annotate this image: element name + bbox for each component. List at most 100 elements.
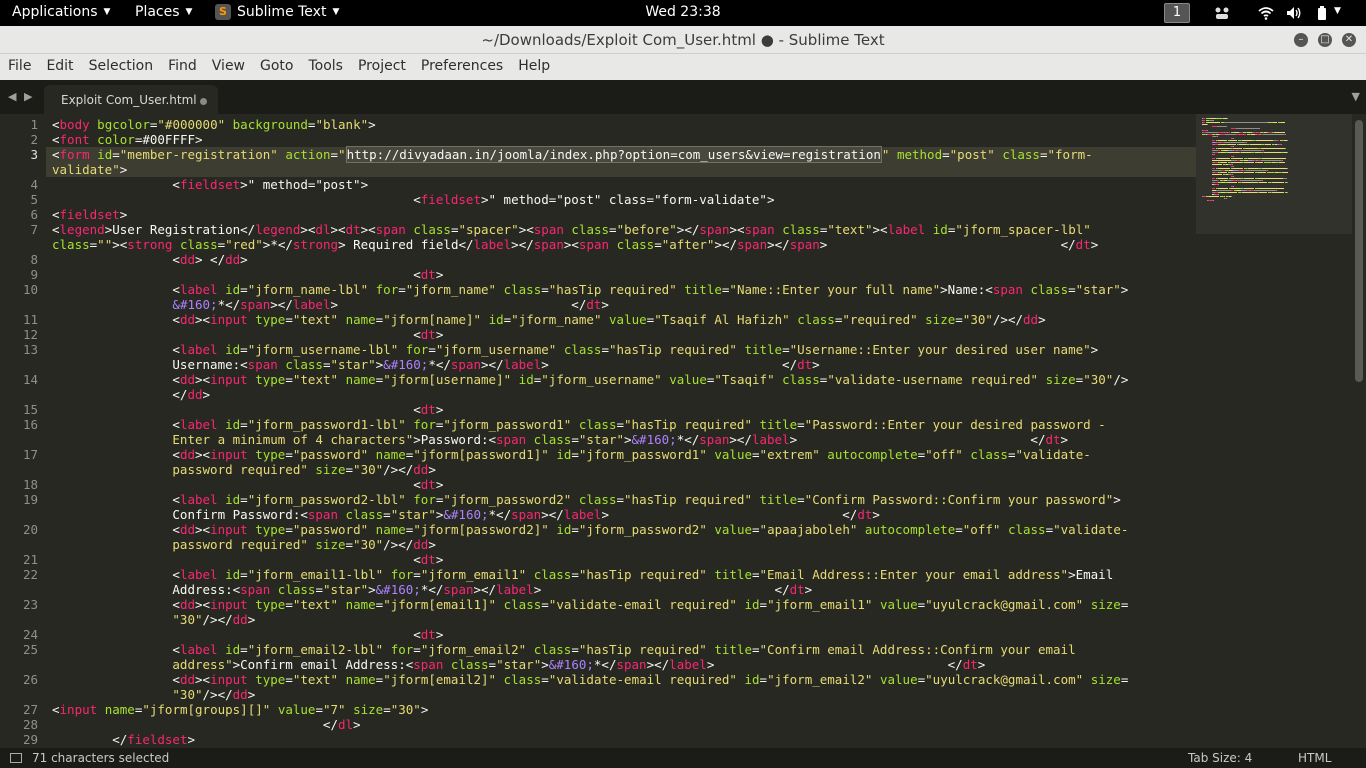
minimap-stroke xyxy=(1260,160,1282,161)
code-line[interactable]: Confirm Password:<span class="star">&#16… xyxy=(52,507,880,522)
code-line[interactable]: class=""><strong class="red">*</strong> … xyxy=(52,237,1098,252)
code-line[interactable]: <label id="jform_username-lbl" for="jfor… xyxy=(52,342,1098,357)
menu-preferences[interactable]: Preferences xyxy=(413,54,510,80)
code-line[interactable]: <fieldset>" method="post"> xyxy=(52,177,368,192)
code-line[interactable]: <dt> xyxy=(52,327,443,342)
code-token: >< xyxy=(330,222,346,237)
menu-project[interactable]: Project xyxy=(350,54,413,80)
line-number: 23 xyxy=(22,597,38,612)
tab-exploit-com-user[interactable]: Exploit Com_User.html xyxy=(44,85,218,114)
code-line[interactable]: <input name="jform[groups][]" value="7" … xyxy=(52,702,428,717)
code-token: class xyxy=(52,237,90,252)
code-token: label xyxy=(179,492,218,507)
minimap[interactable] xyxy=(1196,114,1352,748)
tab-prev-icon[interactable]: ◀ xyxy=(8,90,16,103)
code-line[interactable]: <dd><input type="text" name="jform[usern… xyxy=(52,372,1128,387)
code-token: = xyxy=(917,672,926,687)
code-line[interactable]: <dt> xyxy=(52,477,443,492)
system-menu-chevron-icon[interactable]: ▼ xyxy=(1334,6,1341,16)
code-line[interactable]: <form id="member-registration" action="h… xyxy=(52,146,1093,163)
tab-dropdown-icon[interactable]: ▼ xyxy=(1352,90,1360,103)
tab-size-selector[interactable]: Tab Size: 4 xyxy=(1188,751,1252,765)
code-line[interactable]: <fieldset>" method="post" class="form-va… xyxy=(52,192,774,207)
menu-edit[interactable]: Edit xyxy=(38,54,80,80)
code-token: = xyxy=(955,522,963,537)
menu-tools[interactable]: Tools xyxy=(300,54,350,80)
menu-goto[interactable]: Goto xyxy=(252,54,300,80)
code-line[interactable]: </fieldset> xyxy=(52,732,195,747)
code-token: label xyxy=(179,417,218,432)
code-token: "star" xyxy=(496,657,542,672)
scrollbar-thumb[interactable] xyxy=(1355,120,1363,382)
code-line[interactable]: <label id="jform_name-lbl" for="jform_na… xyxy=(52,282,1128,297)
code-line[interactable]: <label id="jform_email2-lbl" for="jform_… xyxy=(52,642,1075,657)
vertical-scrollbar[interactable] xyxy=(1352,114,1366,748)
maximize-button[interactable]: □ xyxy=(1318,33,1332,47)
code-line[interactable]: <dt> xyxy=(52,402,443,417)
battery-icon[interactable] xyxy=(1314,5,1330,21)
menu-help[interactable]: Help xyxy=(510,54,557,80)
minimap-stroke xyxy=(1212,178,1216,179)
code-line[interactable]: <body bgcolor="#000000" background="blan… xyxy=(52,117,376,132)
code-token: "red" xyxy=(225,237,263,252)
tab-next-icon[interactable]: ▶ xyxy=(24,90,32,103)
minimap-stroke xyxy=(1212,188,1216,189)
panel-toggle-icon[interactable] xyxy=(10,753,22,763)
wifi-icon[interactable] xyxy=(1258,5,1274,21)
minimap-stroke xyxy=(1211,174,1223,175)
code-editor[interactable]: <body bgcolor="#000000" background="blan… xyxy=(46,114,1196,748)
close-button[interactable]: ✕ xyxy=(1342,33,1356,47)
code-line[interactable]: <label id="jform_password2-lbl" for="jfo… xyxy=(52,492,1120,507)
unsaved-dot-icon[interactable] xyxy=(200,98,207,105)
minimize-button[interactable]: – xyxy=(1294,33,1308,47)
code-line[interactable]: </dl> xyxy=(52,717,361,732)
code-line[interactable]: <label id="jform_password1-lbl" for="jfo… xyxy=(52,417,1105,432)
code-line[interactable]: <font color=#00FFFF> xyxy=(52,132,203,147)
code-token: span xyxy=(240,297,271,312)
code-token: /> xyxy=(1113,372,1129,387)
code-line[interactable]: <fieldset> xyxy=(52,207,127,222)
menu-find[interactable]: Find xyxy=(160,54,204,80)
code-line[interactable]: "30"/></dd> xyxy=(52,612,255,627)
code-line[interactable]: <label id="jform_email1-lbl" for="jform_… xyxy=(52,567,1113,582)
code-line[interactable]: <dd><input type="password" name="jform[p… xyxy=(52,447,1090,462)
code-line[interactable]: Address:<span class="star">&#160;*</span… xyxy=(52,582,812,597)
code-line[interactable]: Enter a minimum of 4 characters">Passwor… xyxy=(52,432,1068,447)
code-line[interactable]: <dt> xyxy=(52,267,443,282)
menu-selection[interactable]: Selection xyxy=(81,54,161,80)
code-token: = xyxy=(330,147,339,162)
code-line[interactable]: <dd><input type="text" name="jform[email… xyxy=(52,672,1128,687)
code-line[interactable]: Username:<span class="star">&#160;*</spa… xyxy=(52,357,819,372)
code-line[interactable]: address">Confirm email Address:<span cla… xyxy=(52,657,985,672)
code-token: /></ xyxy=(202,612,233,627)
menu-file[interactable]: File xyxy=(0,54,38,80)
code-line[interactable]: "30"/></dd> xyxy=(52,687,255,702)
accessibility-icon[interactable] xyxy=(1214,5,1230,21)
code-line[interactable]: <dd><input type="text" name="jform[email… xyxy=(52,597,1128,612)
code-line[interactable]: validate"> xyxy=(52,162,127,177)
code-line[interactable]: <dd><input type="password" name="jform[p… xyxy=(52,522,1128,537)
workspace-indicator[interactable]: 1 xyxy=(1164,3,1190,23)
code-line[interactable]: <dt> xyxy=(52,627,443,642)
code-token: >< xyxy=(563,237,579,252)
code-line[interactable]: <dd> </dd> xyxy=(52,252,247,267)
code-token: &#160; xyxy=(443,507,489,522)
code-token: "jform_email2" xyxy=(767,672,873,687)
code-line[interactable]: password required" size="30"/></dd> xyxy=(52,462,435,477)
menu-view[interactable]: View xyxy=(204,54,252,80)
code-token: Confirm Password:< xyxy=(52,507,308,522)
code-line[interactable]: </dd> xyxy=(52,387,210,402)
clock[interactable]: Wed 23:38 xyxy=(0,4,1366,20)
syntax-selector[interactable]: HTML xyxy=(1298,751,1331,765)
code-line[interactable]: password required" size="30"/></dd> xyxy=(52,537,435,552)
volume-icon[interactable] xyxy=(1286,5,1302,21)
code-line[interactable]: <legend>User Registration</legend><dl><d… xyxy=(52,222,1091,237)
code-line[interactable]: <dt> xyxy=(52,552,443,567)
code-token: class xyxy=(450,657,489,672)
code-line[interactable]: <dd><input type="text" name="jform[name]… xyxy=(52,312,1045,327)
code-line[interactable]: &#160;*</span></label> </dt> xyxy=(52,297,609,312)
